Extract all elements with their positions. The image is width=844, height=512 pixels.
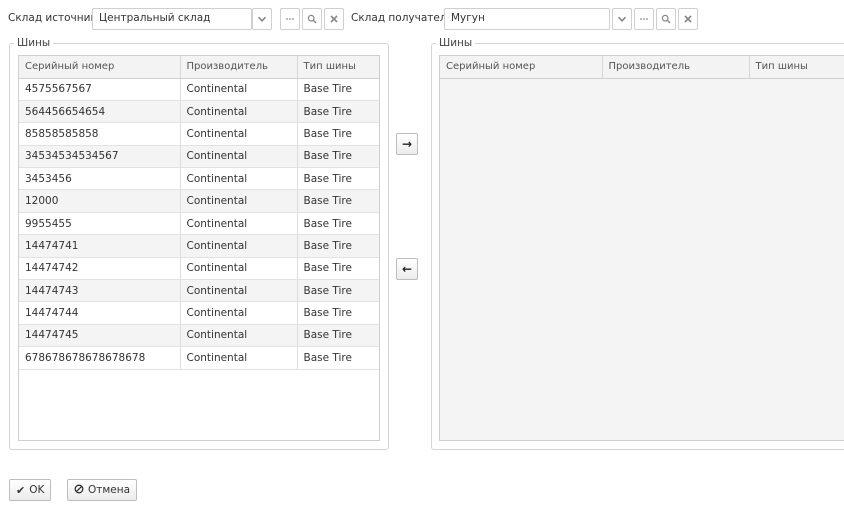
manufacturer-cell: Continental [180,324,298,348]
serial-number-cell: 12000 [19,189,181,213]
tire-type-cell: Base Tire [297,167,379,191]
search-icon[interactable] [656,8,676,30]
manufacturer-cell: Continental [180,122,298,146]
serial-number-cell: 14474743 [19,279,181,303]
tire-type-cell: Base Tire [297,100,379,124]
tire-type-cell: Base Tire [297,324,379,348]
manufacturer-cell: Continental [180,346,298,370]
tire-type-cell: Base Tire [297,212,379,236]
ellipsis-icon[interactable] [280,8,300,30]
target-warehouse-label: Склад получатель [351,12,453,24]
chevron-down-icon[interactable] [252,8,272,30]
serial-number-cell: 34534534534567 [19,145,181,169]
table-row[interactable]: 12000 Continental Base Tire [19,189,379,213]
source-tires-legend: Шины [17,37,51,49]
arrow-right-icon: → [401,137,413,151]
target-tires-table: Серийный номер Производитель Тип шины [440,56,844,79]
manufacturer-cell: Continental [180,100,298,124]
table-row[interactable]: 4575567567 Continental Base Tire [19,78,379,101]
close-icon[interactable] [324,8,344,30]
manufacturer-cell: Continental [180,301,298,325]
column-header-serial[interactable]: Серийный номер [440,56,603,79]
target-warehouse-combo[interactable]: Мугун [444,8,610,30]
table-row[interactable]: 564456654654 Continental Base Tire [19,100,379,124]
source-tires-grid[interactable]: Серийный номер Производитель Тип шины 45… [18,55,380,441]
checkmark-icon: ✔ [16,483,26,497]
cancel-button-label: Отмена [88,484,131,496]
manufacturer-cell: Continental [180,145,298,169]
arrow-left-icon: ← [401,262,413,276]
search-icon[interactable] [302,8,322,30]
manufacturer-cell: Continental [180,257,298,281]
serial-number-cell: 14474742 [19,257,181,281]
column-header-manufacturer[interactable]: Производитель [602,56,750,79]
serial-number-cell: 14474745 [19,324,181,348]
manufacturer-cell: Continental [180,212,298,236]
manufacturer-cell: Continental [180,234,298,258]
table-row[interactable]: 14474745 Continental Base Tire [19,324,379,348]
column-header-tire-type[interactable]: Тип шины [749,56,844,79]
table-row[interactable]: 14474744 Continental Base Tire [19,301,379,325]
warehouse-selector-bar: Склад источник Центральный склад Склад п… [0,8,844,30]
table-header-row: Серийный номер Производитель Тип шины [440,56,844,79]
tire-type-cell: Base Tire [297,257,379,281]
target-tires-grid[interactable]: Серийный номер Производитель Тип шины [439,55,844,441]
close-icon[interactable] [678,8,698,30]
tire-type-cell: Base Tire [297,122,379,146]
tire-type-cell: Base Tire [297,301,379,325]
ok-button[interactable]: ✔ OK [9,479,52,501]
table-row[interactable]: 85858585858 Continental Base Tire [19,122,379,146]
column-header-serial[interactable]: Серийный номер [19,56,181,79]
column-header-manufacturer[interactable]: Производитель [180,56,298,79]
tire-type-cell: Base Tire [297,279,379,303]
table-row[interactable]: 14474742 Continental Base Tire [19,257,379,281]
source-warehouse-combo[interactable]: Центральный склад [92,8,252,30]
serial-number-cell: 9955455 [19,212,181,236]
manufacturer-cell: Continental [180,78,298,101]
move-right-button[interactable]: → [396,133,418,155]
serial-number-cell: 4575567567 [19,78,181,101]
table-header-row: Серийный номер Производитель Тип шины [19,56,379,79]
serial-number-cell: 678678678678678678 [19,346,181,370]
cancel-button[interactable]: Отмена [67,479,138,501]
tire-type-cell: Base Tire [297,234,379,258]
serial-number-cell: 14474741 [19,234,181,258]
ellipsis-icon[interactable] [634,8,654,30]
manufacturer-cell: Continental [180,189,298,213]
table-row[interactable]: 9955455 Continental Base Tire [19,212,379,236]
source-warehouse-label: Склад источник [8,12,97,24]
table-row[interactable]: 14474741 Continental Base Tire [19,234,379,258]
source-tires-body: 4575567567 Continental Base Tire 5644566546… [19,78,379,370]
source-tires-table: Серийный номер Производитель Тип шины 45… [19,56,379,370]
move-left-button[interactable]: ← [396,258,418,280]
ok-button-label: OK [29,484,45,496]
serial-number-cell: 3453456 [19,167,181,191]
serial-number-cell: 14474744 [19,301,181,325]
column-header-tire-type[interactable]: Тип шины [297,56,379,79]
target-tires-legend: Шины [439,37,473,49]
chevron-down-icon[interactable] [612,8,632,30]
tire-type-cell: Base Tire [297,78,379,101]
tire-type-cell: Base Tire [297,346,379,370]
ban-icon [74,484,84,497]
tire-type-cell: Base Tire [297,145,379,169]
manufacturer-cell: Continental [180,167,298,191]
serial-number-cell: 564456654654 [19,100,181,124]
table-row[interactable]: 34534534534567 Continental Base Tire [19,145,379,169]
serial-number-cell: 85858585858 [19,122,181,146]
table-row[interactable]: 678678678678678678 Continental Base Tire [19,346,379,370]
tire-type-cell: Base Tire [297,189,379,213]
table-row[interactable]: 14474743 Continental Base Tire [19,279,379,303]
table-row[interactable]: 3453456 Continental Base Tire [19,167,379,191]
manufacturer-cell: Continental [180,279,298,303]
